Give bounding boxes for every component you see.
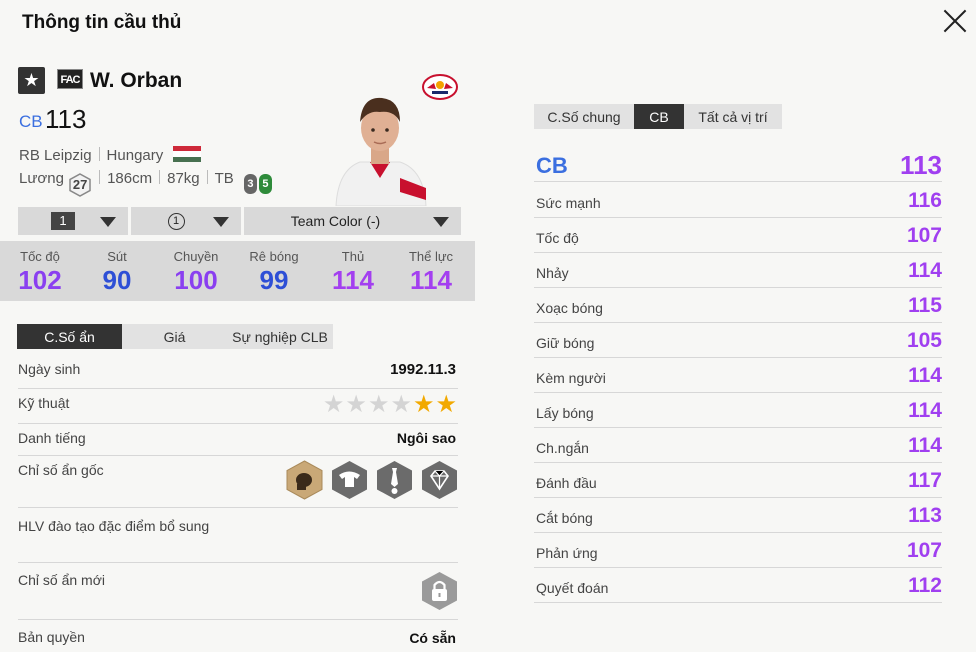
- tab-position-cb[interactable]: CB: [634, 104, 684, 129]
- salary-badge: 27: [68, 173, 92, 197]
- position-label: CB: [19, 112, 43, 131]
- skill-label: Kỹ thuật: [18, 395, 70, 411]
- buffalo-icon[interactable]: [331, 460, 368, 500]
- player-photo: [335, 97, 427, 206]
- lock-icon[interactable]: [421, 571, 458, 611]
- attribute-row: Xoạc bóng 115: [534, 288, 942, 323]
- team-color-value: Team Color (-): [290, 213, 381, 229]
- stat-pace: Tốc độ 102: [18, 249, 62, 295]
- birthday-label: Ngày sinh: [18, 361, 81, 377]
- hungary-flag-icon: [173, 146, 202, 162]
- reputation-row: Danh tiếng Ngôi sao: [18, 424, 458, 456]
- trait-icons: [282, 460, 458, 503]
- stat-defending: Thủ 114: [332, 249, 374, 295]
- skill-row: Kỹ thuật ★★★★★★: [18, 389, 458, 424]
- salary-label: Lương: [19, 170, 64, 187]
- nation-name: Hungary: [106, 147, 164, 164]
- overall-rating: 113: [45, 104, 87, 134]
- chevron-down-icon: [213, 217, 229, 227]
- tab-all-positions[interactable]: Tất cả vị trí: [684, 104, 782, 129]
- coach-row: HLV đào tạo đặc điểm bổ sung: [18, 508, 458, 563]
- summary-stats: Tốc độ 102 Sút 90 Chuyền 100 Rê bóng 99 Thủ 1…: [0, 241, 475, 301]
- tab-general-stats[interactable]: C.Số chung: [534, 104, 634, 129]
- position-rating-row: CB 113: [534, 146, 942, 182]
- stat-shooting: Sút 90: [102, 249, 132, 295]
- left-tab-bar: C.Số ẩn Giá Sự nghiệp CLB: [17, 324, 333, 349]
- weight-value: 87kg: [167, 170, 200, 187]
- tab-club-career[interactable]: Sự nghiệp CLB: [227, 324, 333, 349]
- club-nation-line: RB Leipzig Hungary: [19, 146, 202, 164]
- player-name: W. Orban: [90, 69, 183, 92]
- attribute-row: Kèm người 114: [534, 358, 942, 393]
- attribute-row: Lấy bóng 114: [534, 393, 942, 428]
- license-row: Bản quyền Có sẵn: [18, 620, 458, 652]
- stat-physical: Thể lực 114: [408, 249, 454, 295]
- attribute-row: Đánh đầu 117: [534, 463, 942, 498]
- close-icon[interactable]: [940, 6, 970, 36]
- stat-dribbling: Rê bóng 99: [249, 249, 299, 295]
- hidden-traits-row: Chỉ số ẩn gốc: [18, 456, 458, 508]
- hidden-traits-label: Chỉ số ẩn gốc: [18, 462, 104, 478]
- upgrade-value: 1: [167, 212, 185, 230]
- new-traits-row: Chỉ số ẩn mới: [18, 563, 458, 620]
- reputation-label: Danh tiếng: [18, 430, 86, 446]
- skill-stars: ★★★★★★: [322, 391, 458, 418]
- level-dropdown[interactable]: 1: [18, 207, 128, 235]
- birthday-row: Ngày sinh 1992.11.3: [18, 355, 458, 389]
- chevron-down-icon: [433, 217, 449, 227]
- license-label: Bản quyền: [18, 629, 85, 645]
- skill-moves-badge: 5: [258, 174, 272, 194]
- license-value: Có sẵn: [409, 630, 456, 646]
- physical-line: Lương 27 186cm 87kg TB 35: [19, 170, 272, 197]
- level-value: 1: [51, 212, 75, 230]
- weak-foot-badge: 3: [243, 174, 257, 194]
- attribute-row: Giữ bóng 105: [534, 323, 942, 358]
- attribute-row: Ch.ngắn 114: [534, 428, 942, 463]
- stat-passing: Chuyền 100: [173, 249, 219, 295]
- new-traits-label: Chỉ số ẩn mới: [18, 572, 105, 588]
- season-badge: FAC: [57, 69, 83, 89]
- club-name: RB Leipzig: [19, 147, 92, 164]
- body-type: TB: [214, 170, 234, 187]
- attribute-row: Nhảy 114: [534, 253, 942, 288]
- height-value: 186cm: [107, 170, 153, 187]
- attribute-row: Sức mạnh 116: [534, 183, 942, 218]
- coach-label: HLV đào tạo đặc điểm bổ sung: [18, 518, 210, 534]
- attribute-row: Quyết đoán 112: [534, 568, 942, 603]
- position-rating-label: CB: [536, 153, 568, 178]
- birthday-value: 1992.11.3: [390, 361, 456, 378]
- attribute-row: Cắt bóng 113: [534, 498, 942, 533]
- team-color-dropdown[interactable]: Team Color (-): [244, 207, 461, 235]
- tab-price[interactable]: Giá: [122, 324, 227, 349]
- upgrade-dropdown[interactable]: 1: [131, 207, 241, 235]
- reputation-value: Ngôi sao: [396, 430, 456, 446]
- tie-ball-icon[interactable]: [376, 460, 413, 500]
- page-title: Thông tin cầu thủ: [22, 12, 182, 33]
- tab-hidden-stats[interactable]: C.Số ẩn: [17, 324, 122, 349]
- position-rating-value: 113: [900, 150, 942, 180]
- right-tab-bar: C.Số chung CB Tất cả vị trí: [534, 104, 782, 129]
- boxing-glove-icon[interactable]: [286, 460, 323, 500]
- attribute-row: Phản ứng 107: [534, 533, 942, 568]
- chevron-down-icon: [100, 217, 116, 227]
- diamond-icon[interactable]: [421, 460, 458, 500]
- star-icon: ★: [18, 67, 45, 94]
- attribute-row: Tốc độ 107: [534, 218, 942, 253]
